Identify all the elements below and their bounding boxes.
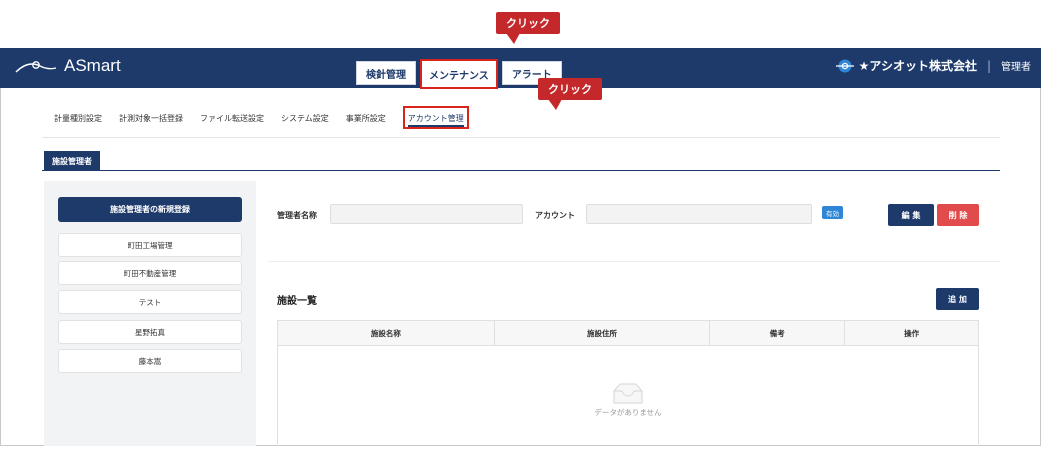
account-field[interactable]	[586, 204, 812, 224]
app-name: ASmart	[64, 56, 121, 75]
tab-facility-manager[interactable]: 施設管理者	[44, 151, 100, 171]
tab-meter-reading[interactable]: 検針管理	[356, 61, 416, 85]
facility-table: 施設名称 施設住所 備考 操作	[277, 320, 979, 346]
user-role[interactable]: 管理者	[1001, 58, 1031, 73]
main-tabs: 検針管理 メンテナンス アラート	[356, 59, 562, 89]
subnav-divider	[42, 137, 1000, 138]
tab-underline	[42, 170, 1000, 171]
status-badge: 有効	[822, 206, 843, 219]
sub-navigation: 計量種別設定 計測対象一括登録 ファイル転送設定 システム設定 事業所設定 アカ…	[54, 106, 486, 129]
asmart-logo-icon	[15, 61, 57, 73]
table-empty-state: データがありません	[277, 345, 979, 446]
brand-logo[interactable]: ASmart	[14, 56, 121, 76]
delete-button[interactable]: 削 除	[937, 204, 979, 226]
new-manager-button[interactable]: 施設管理者の新規登録	[58, 197, 242, 222]
account-label: アカウント	[535, 211, 575, 220]
manager-list-item[interactable]: 星野拓真	[58, 320, 242, 344]
section-divider	[268, 261, 1000, 262]
facility-list-title: 施設一覧	[277, 296, 317, 307]
subnav-file-transfer-settings[interactable]: ファイル転送設定	[200, 113, 264, 129]
empty-message: データがありません	[594, 408, 662, 417]
click-callout-maintenance: クリック	[496, 12, 560, 44]
column-header-facility-name: 施設名称	[277, 320, 495, 346]
subnav-bulk-registration[interactable]: 計測対象一括登録	[119, 113, 183, 129]
subnav-system-settings[interactable]: システム設定	[281, 113, 329, 129]
subnav-office-settings[interactable]: 事業所設定	[346, 113, 386, 129]
edit-button[interactable]: 編 集	[888, 204, 934, 226]
manager-name-field[interactable]	[330, 204, 523, 224]
tab-maintenance[interactable]: メンテナンス	[420, 59, 498, 89]
manager-list-item[interactable]: 藤本嵩	[58, 349, 242, 373]
subnav-account-label: アカウント管理	[407, 114, 464, 127]
header-separator: |	[986, 58, 991, 73]
company-name[interactable]: ★アシオット株式会社	[859, 57, 977, 74]
manager-sidebar: 施設管理者の新規登録 町田工場管理 町田不動産管理 テスト 星野拓真 藤本嵩	[44, 181, 256, 446]
column-header-facility-address: 施設住所	[493, 320, 711, 346]
subnav-meter-type-settings[interactable]: 計量種別設定	[54, 113, 102, 129]
manager-list-item[interactable]: テスト	[58, 290, 242, 314]
header-account: ★アシオット株式会社 | 管理者	[835, 57, 1031, 74]
manager-name-label: 管理者名称	[277, 211, 317, 220]
manager-list-item[interactable]: 町田不動産管理	[58, 261, 242, 285]
column-header-actions: 操作	[844, 320, 979, 346]
click-callout-account: クリック	[538, 78, 602, 110]
subnav-account-management[interactable]: アカウント管理	[402, 106, 469, 129]
empty-inbox-icon	[613, 383, 643, 404]
table-header-row: 施設名称 施設住所 備考 操作	[277, 320, 979, 346]
company-logo-icon	[835, 59, 854, 72]
column-header-notes: 備考	[709, 320, 846, 346]
add-facility-button[interactable]: 追 加	[936, 288, 979, 310]
manager-list-item[interactable]: 町田工場管理	[58, 233, 242, 257]
